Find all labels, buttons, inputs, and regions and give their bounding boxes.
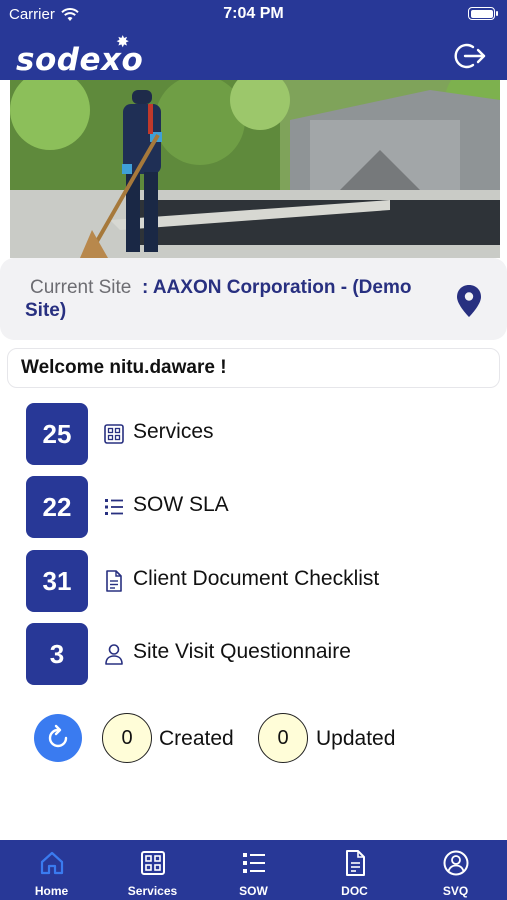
current-site-text: Current Site : AAXON Corporation - (Demo… — [25, 276, 445, 322]
grid-icon — [104, 424, 124, 444]
welcome-banner: Welcome nitu.daware ! — [7, 348, 500, 388]
refresh-button[interactable] — [34, 714, 82, 762]
menu-item-services[interactable]: 25 Services — [26, 403, 466, 465]
tab-sow-label: SOW — [239, 884, 268, 898]
header-bar: Carrier 7:04 PM sodexo ✸ — [0, 0, 507, 80]
created-label: Created — [159, 727, 234, 750]
logo-star-icon: ✸ — [116, 34, 130, 51]
tab-doc-label: DOC — [341, 884, 368, 898]
app-screen: Carrier 7:04 PM sodexo ✸ Current Site: … — [0, 0, 507, 900]
tab-sow[interactable]: SOW — [203, 840, 304, 900]
tab-doc[interactable]: DOC — [304, 840, 405, 900]
tab-home-label: Home — [34, 884, 69, 898]
menu-item-client-document-checklist[interactable]: 31 Client Document Checklist — [26, 550, 466, 612]
list-icon — [243, 853, 265, 873]
grid-icon — [141, 851, 165, 875]
tab-home[interactable]: Home — [1, 840, 102, 900]
doc-count-badge: 31 — [26, 550, 88, 612]
svq-count-badge: 3 — [26, 623, 88, 685]
welcome-text: Welcome nitu.daware ! — [21, 357, 227, 378]
updated-count: 0 — [258, 713, 308, 763]
sow-sla-label: SOW SLA — [133, 493, 229, 516]
services-label: Services — [133, 420, 214, 443]
client-document-checklist-label: Client Document Checklist — [133, 567, 380, 590]
current-site-card: Current Site : AAXON Corporation - (Demo… — [0, 258, 507, 340]
menu-item-sow-sla[interactable]: 22 SOW SLA — [26, 476, 466, 538]
list-icon — [105, 499, 123, 515]
document-icon — [346, 850, 365, 876]
bottom-tab-bar: Home Services SOW DOC SVQ — [0, 840, 507, 900]
tab-svq[interactable]: SVQ — [405, 840, 506, 900]
person-icon — [105, 644, 123, 665]
refresh-icon — [48, 724, 68, 748]
menu-item-site-visit-questionnaire[interactable]: 3 Site Visit Questionnaire — [26, 623, 466, 685]
hero-image — [10, 80, 500, 258]
status-time: 7:04 PM — [223, 5, 284, 22]
services-count-badge: 25 — [26, 403, 88, 465]
created-count: 0 — [102, 713, 152, 763]
site-visit-questionnaire-label: Site Visit Questionnaire — [133, 640, 351, 663]
status-bar: Carrier 7:04 PM — [0, 0, 507, 28]
logout-icon[interactable] — [453, 42, 487, 70]
current-site-label: Current Site — [30, 277, 132, 298]
document-icon — [106, 570, 122, 592]
updated-label: Updated — [316, 727, 396, 750]
sow-count-badge: 22 — [26, 476, 88, 538]
home-icon — [40, 851, 64, 875]
tab-services[interactable]: Services — [102, 840, 203, 900]
tab-svq-label: SVQ — [442, 884, 469, 898]
person-circle-icon — [443, 850, 469, 876]
battery-icon — [468, 7, 498, 20]
tab-services-label: Services — [127, 884, 178, 898]
location-pin-icon[interactable] — [457, 285, 481, 317]
